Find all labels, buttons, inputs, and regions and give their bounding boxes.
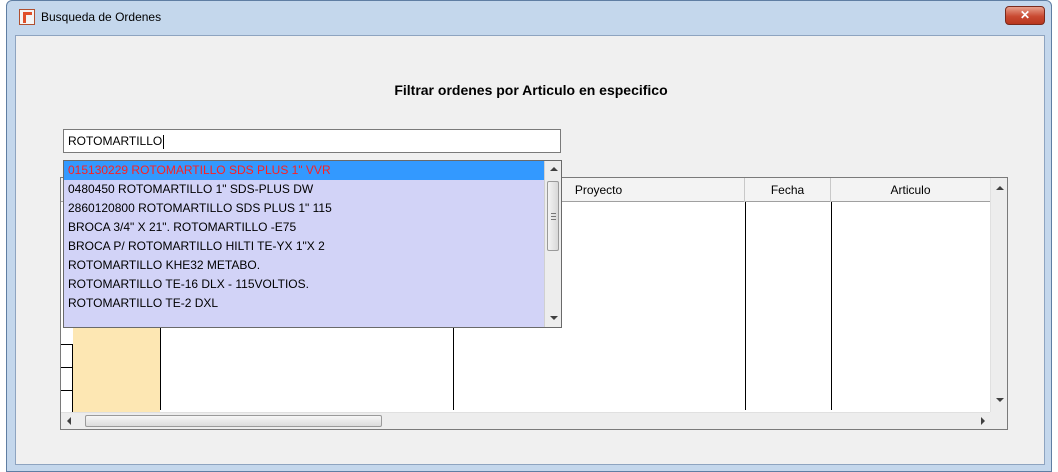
scroll-up-arrow-icon[interactable]: [996, 186, 1004, 190]
grip-line: [551, 216, 556, 217]
scroll-down-arrow-icon[interactable]: [996, 398, 1004, 402]
close-button[interactable]: ✕: [1005, 6, 1045, 25]
column-divider: [745, 202, 746, 410]
grid-vertical-scrollbar[interactable]: [990, 178, 1007, 412]
suggestion-item[interactable]: ROTOMARTILLO KHE32 METABO.: [64, 256, 544, 275]
app-icon: [19, 9, 35, 25]
scroll-right-arrow-icon[interactable]: [981, 417, 985, 425]
suggestion-item[interactable]: 2860120800 ROTOMARTILLO SDS PLUS 1" 115: [64, 199, 544, 218]
grid-horizontal-scrollbar[interactable]: [61, 412, 991, 429]
suggestion-item[interactable]: ROTOMARTILLO TE-2 DXL: [64, 294, 544, 313]
row-header[interactable]: [61, 344, 73, 368]
window-title: Busqueda de Ordenes: [41, 10, 162, 24]
search-input[interactable]: ROTOMARTILLO: [63, 129, 561, 153]
client-area: Filtrar ordenes por Articulo en especifi…: [15, 35, 1045, 465]
row-header[interactable]: [61, 367, 73, 391]
dropdown-scrollbar[interactable]: [544, 161, 561, 327]
title-bar: Busqueda de Ordenes ✕: [7, 1, 1051, 35]
grip-line: [551, 213, 556, 214]
column-divider: [831, 202, 832, 410]
text-caret: [163, 134, 165, 149]
suggestion-list: 015130229 ROTOMARTILLO SDS PLUS 1" VVR 0…: [64, 161, 544, 313]
suggestion-item[interactable]: ROTOMARTILLO TE-16 DLX - 115VOLTIOS.: [64, 275, 544, 294]
autocomplete-dropdown[interactable]: 015130229 ROTOMARTILLO SDS PLUS 1" VVR 0…: [63, 160, 562, 328]
scroll-left-arrow-icon[interactable]: [67, 417, 71, 425]
suggestion-item[interactable]: BROCA P/ ROTOMARTILLO HILTI TE-YX 1"X 2: [64, 237, 544, 256]
row-header[interactable]: [61, 390, 73, 414]
scroll-up-arrow-icon[interactable]: [550, 167, 558, 171]
suggestion-item-selected[interactable]: 015130229 ROTOMARTILLO SDS PLUS 1" VVR: [64, 161, 544, 180]
grip-line: [551, 219, 556, 220]
column-header-articulo[interactable]: Articulo: [831, 178, 991, 202]
search-input-value: ROTOMARTILLO: [68, 134, 163, 148]
horizontal-scroll-thumb[interactable]: [85, 415, 382, 427]
dropdown-scroll-thumb[interactable]: [547, 181, 559, 251]
page-heading: Filtrar ordenes por Articulo en especifi…: [394, 82, 668, 98]
suggestion-item[interactable]: BROCA 3/4" X 21". ROTOMARTILLO -E75: [64, 218, 544, 237]
scroll-corner: [990, 412, 1007, 429]
scroll-down-arrow-icon[interactable]: [550, 316, 558, 320]
busqueda-window: Busqueda de Ordenes ✕ Filtrar ordenes po…: [6, 0, 1052, 472]
suggestion-item[interactable]: 0480450 ROTOMARTILLO 1" SDS-PLUS DW: [64, 180, 544, 199]
column-header-fecha[interactable]: Fecha: [745, 178, 831, 202]
